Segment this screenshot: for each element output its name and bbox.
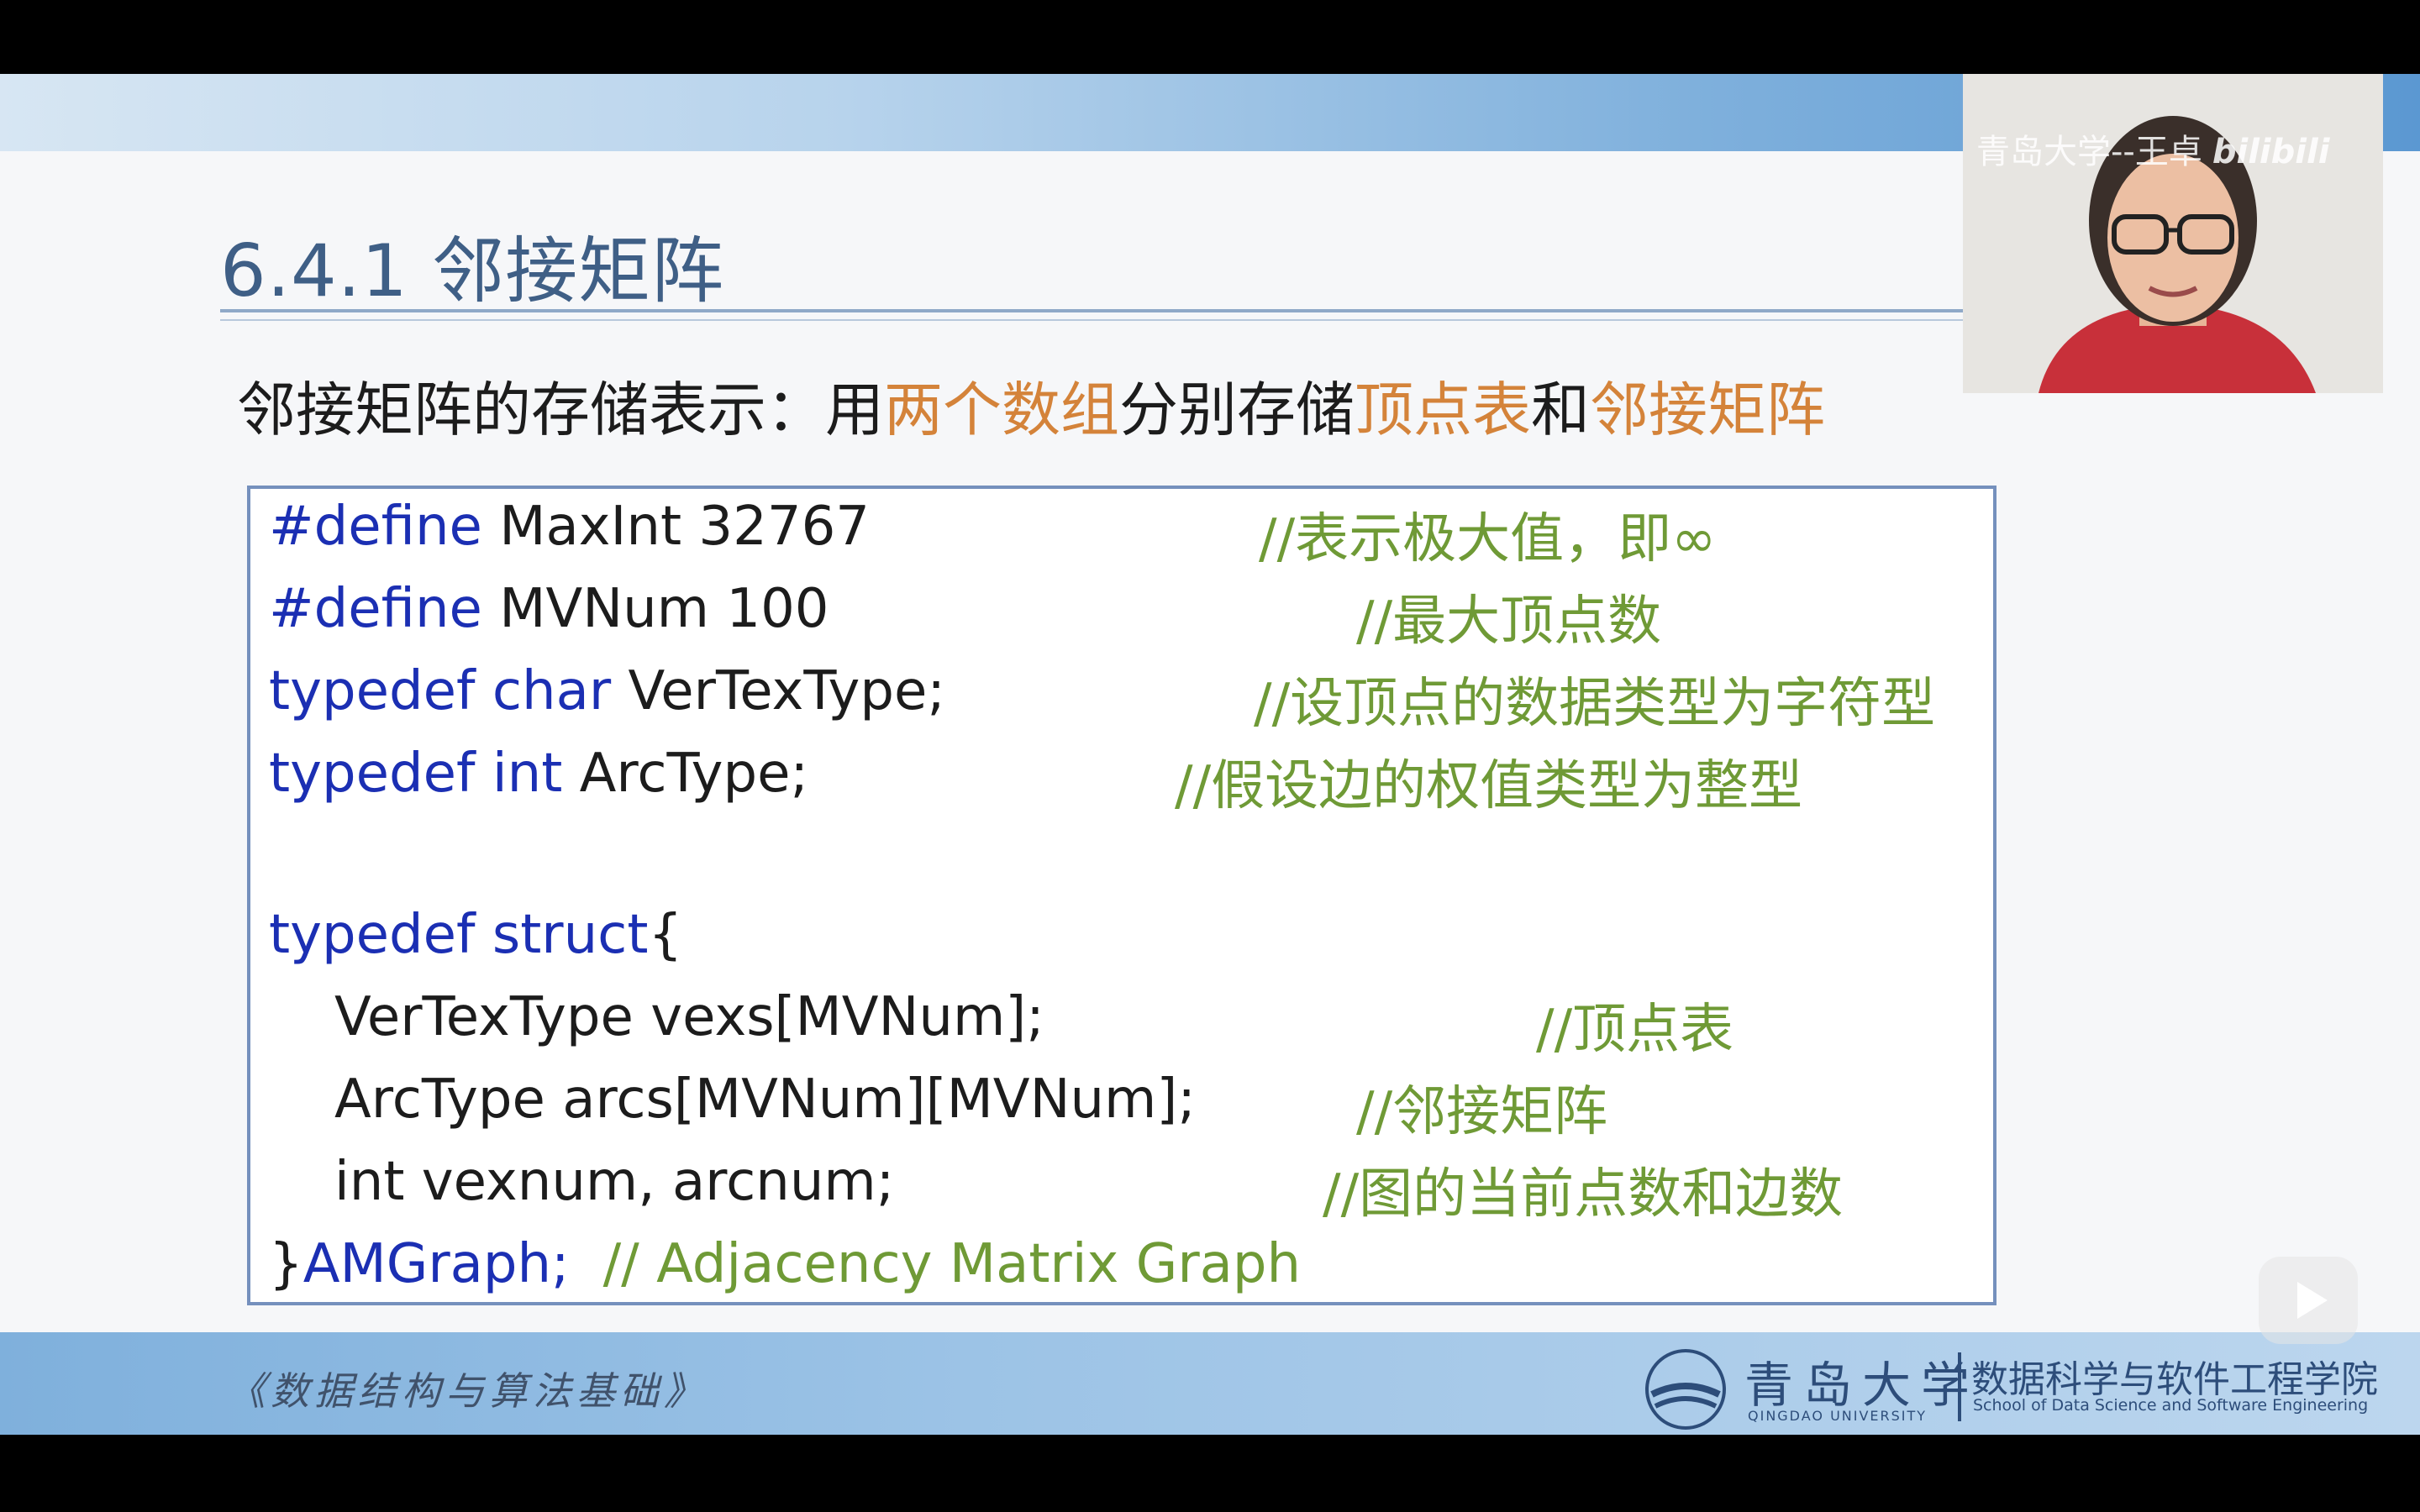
code-comment: //假设边的权值类型为整型 (1175, 755, 1803, 817)
code-text: MVNum 100 (481, 578, 829, 640)
code-keyword: typedef char (269, 660, 612, 722)
code-comment: //最大顶点数 (1356, 591, 1662, 653)
school-name: 数据科学与软件工程学院 (1971, 1358, 2378, 1401)
university-name-en: QINGDAO UNIVERSITY (1748, 1408, 1928, 1424)
watermark-text: 青岛大学--王卓 (1976, 133, 2202, 171)
code-line: ArcType arcs[MVNum][MVNum]; (334, 1068, 1196, 1131)
code-line: typedef struct{ (269, 904, 682, 966)
university-logo-icon (1645, 1349, 1726, 1430)
code-keyword: typedef struct (269, 904, 649, 966)
title-rule (220, 309, 1966, 312)
play-icon (2297, 1282, 2328, 1319)
code-line: int vexnum, arcnum; (334, 1151, 895, 1213)
code-keyword: typedef int (269, 743, 563, 805)
code-text: } (269, 1233, 303, 1295)
subtitle-highlight: 顶点表 (1355, 375, 1531, 444)
footer-divider (1958, 1352, 1961, 1421)
slide-title: 6.4.1 邻接矩阵 (220, 229, 725, 313)
school-name-en: School of Data Science and Software Engi… (1973, 1396, 2369, 1415)
code-keyword: #define (269, 496, 482, 558)
code-block: #define MaxInt 32767 //表示极大值，即∞ #define … (247, 486, 1996, 1305)
play-button[interactable] (2259, 1257, 2358, 1344)
code-keyword: #define (269, 578, 482, 640)
subtitle-highlight: 邻接矩阵 (1590, 375, 1825, 444)
code-line: #define MVNum 100 (269, 578, 829, 640)
webcam-overlay: 青岛大学--王卓 bilibili (1963, 74, 2383, 393)
code-comment: //顶点表 (1536, 999, 1734, 1061)
watermark: 青岛大学--王卓 bilibili (1976, 124, 2329, 173)
code-text: MaxInt 32767 (481, 496, 870, 558)
code-text: ArcType; (562, 743, 809, 805)
code-comment: //设顶点的数据类型为字符型 (1254, 673, 1936, 735)
code-line: typedef char VerTexType; (269, 660, 945, 722)
course-name: 《数据结构与算法基础》 (227, 1368, 708, 1414)
title-rule-thin (220, 319, 1966, 321)
code-text: VerTexType; (611, 660, 945, 722)
code-text: { (648, 904, 683, 966)
university-name: 青岛大学 (1744, 1357, 1981, 1414)
code-comment: //表示极大值，即∞ (1259, 508, 1717, 570)
code-comment: //邻接矩阵 (1356, 1081, 1608, 1143)
code-keyword: AMGraph; (302, 1233, 570, 1295)
subtitle-highlight: 两个数组 (884, 375, 1119, 444)
subtitle-text: 分别存储 (1119, 375, 1355, 444)
code-line: }AMGraph; // Adjacency Matrix Graph (269, 1233, 1301, 1295)
platform-logo: bilibili (2212, 133, 2330, 171)
code-line: VerTexType vexs[MVNum]; (334, 986, 1044, 1048)
subtitle-text: 和 (1531, 375, 1590, 444)
code-line: #define MaxInt 32767 (269, 496, 870, 558)
subtitle-text: 邻接矩阵的存储表示：用 (237, 375, 884, 444)
code-comment: // Adjacency Matrix Graph (602, 1233, 1302, 1295)
code-line: typedef int ArcType; (269, 743, 808, 805)
code-comment: //图的当前点数和边数 (1323, 1163, 1844, 1226)
slide-subtitle: 邻接矩阵的存储表示：用两个数组分别存储顶点表和邻接矩阵 (237, 363, 1825, 448)
presenter-avatar (1963, 74, 2383, 393)
